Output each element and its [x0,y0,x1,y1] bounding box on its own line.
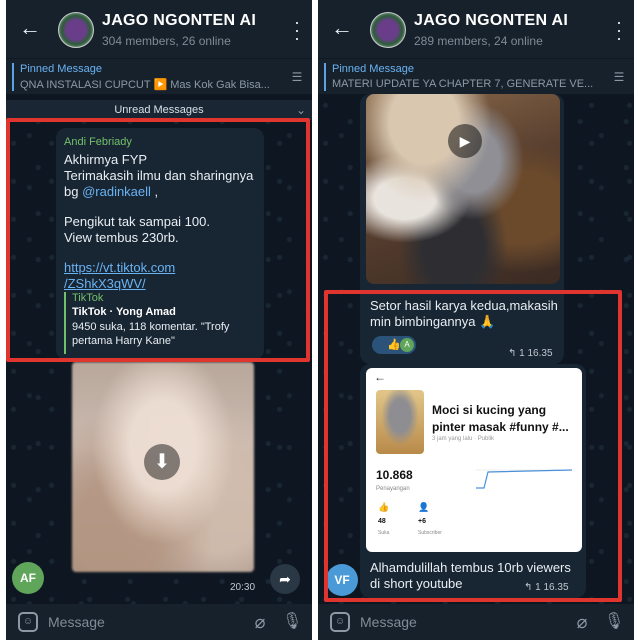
subscriber-count: +6 [418,518,426,525]
video-thumbnail[interactable] [366,94,560,284]
left-chat-screenshot: ← JAGO NGONTEN AI 304 members, 26 online… [6,0,312,640]
pinned-indicator [12,63,14,91]
video-meta: 3 jam yang lalu · Publik [432,436,495,442]
message-input[interactable]: Message [360,614,417,630]
right-chat-screenshot: ← JAGO NGONTEN AI 289 members, 24 online… [318,0,634,640]
text-fragment: bg [64,184,83,199]
mic-icon[interactable]: 🎙 [604,612,624,632]
message-input[interactable]: Message [48,614,105,630]
message-caption: Setor hasil karya kedua,makasih min bimb… [370,298,558,329]
chevron-down-icon[interactable]: ⌄ [296,100,306,120]
message-sender[interactable]: Andi Febriady [64,136,132,148]
tiktok-link-path[interactable]: /ZShkX3qWV/ [64,276,260,292]
views-graph [476,469,572,489]
video-cover [376,390,424,454]
avatar[interactable]: AF [12,562,44,594]
unread-messages-divider: Unread Messages ⌄ [6,100,312,120]
pin-list-icon[interactable]: ☰ [288,68,306,86]
message-line: Terimakasih ilmu dan sharingnya [64,168,254,183]
avatar[interactable]: VF [326,564,358,596]
menu-dots-icon[interactable]: · · · [290,13,304,47]
back-arrow-icon: ← [374,370,386,384]
message-meta: ↰ 1 16.35 [508,348,553,359]
view-count: 10.868 [376,468,413,482]
like-count: 48 [378,518,386,525]
reaction-avatar: A [400,338,414,352]
message-line: Akhirmya FYP [64,152,148,167]
message-composer: ☺ Message ⌀ 🎙 [6,604,312,640]
message-composer: ☺ Message ⌀ 🎙 [318,604,634,640]
preview-site: TikTok [72,292,104,304]
back-arrow-icon[interactable]: ← [330,16,354,40]
group-status: 289 members, 24 online [414,34,543,48]
embedded-screenshot[interactable]: ← Moci si kucing yang pinter masak #funn… [366,368,582,552]
preview-title: TikTok · Yong Amad [72,306,176,318]
pinned-message-bar[interactable]: Pinned Message MATERI UPDATE YA CHAPTER … [318,58,634,94]
message-line: Pengikut tak sampai 100. [64,214,210,229]
mic-icon[interactable]: 🎙 [282,612,302,632]
video-title: Moci si kucing yang pinter masak #funny … [432,403,569,434]
chat-header: ← JAGO NGONTEN AI 289 members, 24 online… [318,0,634,58]
view-count-label: Penayangan [376,486,410,492]
pinned-text: QNA INSTALASI CUPCUT ▶️ Mas Kok Gak Bisa… [20,79,270,91]
group-name[interactable]: JAGO NGONTEN AI [102,12,256,30]
download-icon[interactable]: ⬇ [144,444,180,480]
emoji-icon[interactable]: ☺ [330,612,350,632]
pinned-message-bar[interactable]: Pinned Message QNA INSTALASI CUPCUT ▶️ M… [6,58,312,94]
pinned-title: Pinned Message [20,63,102,75]
pinned-indicator [324,63,326,91]
like-label: Suka [378,530,390,536]
link-preview[interactable]: TikTok TikTok · Yong Amad 9450 suka, 118… [64,292,256,354]
forward-icon[interactable]: ➦ [270,564,300,594]
attach-icon[interactable]: ⌀ [250,612,270,632]
message-meta: ↰ 1 16.35 [524,582,569,593]
attach-icon[interactable]: ⌀ [572,612,592,632]
message-line: bg @radinkaell , [64,184,260,200]
text-fragment: , [150,184,159,199]
subscriber-icon: 👤 [418,502,430,512]
message-line: View tembus 230rb. [64,230,179,245]
group-name[interactable]: JAGO NGONTEN AI [414,12,568,30]
chat-header: ← JAGO NGONTEN AI 304 members, 26 online… [6,0,312,58]
unread-label: Unread Messages [114,104,204,116]
group-avatar[interactable] [58,12,94,48]
pinned-text: MATERI UPDATE YA CHAPTER 7, GENERATE VE.… [332,78,594,90]
menu-dots-icon[interactable]: · · · [612,13,626,47]
group-status: 304 members, 26 online [102,34,231,48]
message-time: 20:30 [230,582,256,593]
like-icon: 👍 [378,502,390,512]
group-avatar[interactable] [370,12,406,48]
subscriber-label: Subscriber [418,530,442,536]
thumbs-up-icon: 👍 [387,339,401,351]
tiktok-link[interactable]: https://vt.tiktok.com [64,260,260,276]
user-mention[interactable]: @radinkaell [82,184,151,199]
back-arrow-icon[interactable]: ← [18,16,42,40]
pin-list-icon[interactable]: ☰ [610,68,628,86]
message-text: Akhirmya FYP Terimakasih ilmu dan sharin… [64,152,260,292]
preview-description: 9450 suka, 118 komentar. "Trofy pertama … [72,321,230,347]
play-icon[interactable]: ▶ [448,124,482,158]
pinned-title: Pinned Message [332,63,414,75]
emoji-icon[interactable]: ☺ [18,612,38,632]
